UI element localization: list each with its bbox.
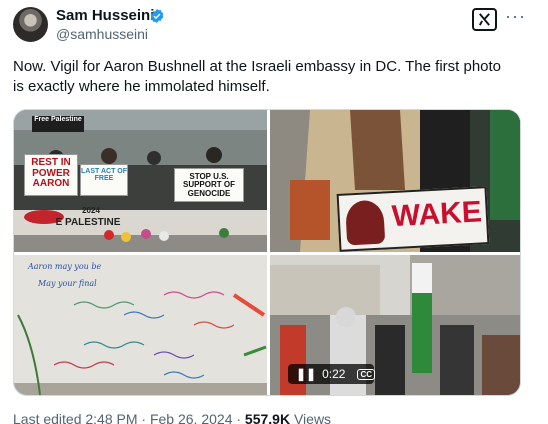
- sign-stop-us-support: STOP U.S. SUPPORT OF GENOCIDE: [174, 168, 244, 202]
- handwriting-line-2: May your final: [38, 279, 97, 288]
- pause-icon[interactable]: ❚❚: [296, 367, 316, 381]
- avatar[interactable]: [13, 7, 48, 42]
- sign-portrait: [344, 199, 386, 246]
- media-grid: Free Palestine REST IN POWER AARON LAST …: [13, 109, 521, 396]
- video-time-overlay[interactable]: ❚❚ 0:22 CC: [288, 364, 376, 384]
- tweet-text: Now. Vigil for Aaron Bushnell at the Isr…: [13, 58, 502, 95]
- video-duration: 0:22: [322, 367, 346, 381]
- video-street-protest[interactable]: ❚❚ 0:22 CC: [270, 255, 520, 395]
- photo-handwritten-messages[interactable]: Aaron may you be May your final: [14, 255, 267, 395]
- grok-icon: [478, 13, 490, 26]
- views-label: Views: [293, 411, 332, 424]
- sign-last-act: LAST ACT OF FREE: [80, 164, 128, 196]
- views-count: 557.9K: [244, 411, 291, 424]
- more-options-button[interactable]: ···: [505, 6, 526, 26]
- sign-rest-in-power: REST IN POWER AARON: [24, 154, 78, 196]
- photo-wake-sign[interactable]: WAKE: [270, 110, 520, 252]
- photo-vigil-signs[interactable]: Free Palestine REST IN POWER AARON LAST …: [14, 110, 267, 252]
- tweet-meta: Last edited 2:48 PM · Feb 26, 2024 · 557…: [13, 411, 331, 424]
- messages-scene: [14, 255, 267, 395]
- captions-icon[interactable]: CC: [357, 368, 376, 380]
- sign-wake-text: WAKE: [390, 195, 483, 234]
- banner-palestine: E PALESTINE: [55, 217, 121, 228]
- author-name[interactable]: Sam Husseini: [56, 7, 154, 24]
- sign-free-palestine: Free Palestine: [32, 116, 84, 132]
- grok-button[interactable]: [472, 8, 497, 31]
- sign-wake: WAKE: [336, 186, 490, 252]
- author-handle[interactable]: @samhusseini: [56, 26, 148, 42]
- edited-timestamp[interactable]: Last edited 2:48 PM · Feb 26, 2024 ·: [13, 411, 241, 424]
- handwriting-line-1: Aaron may you be: [28, 262, 102, 271]
- verified-badge-icon: [150, 9, 164, 23]
